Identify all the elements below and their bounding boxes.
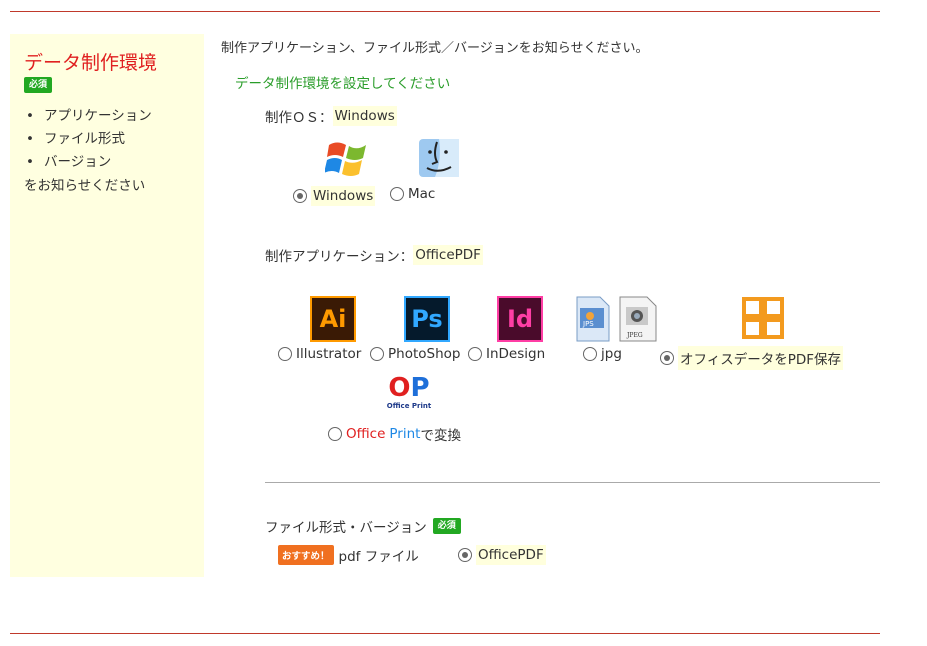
office-print-logo-p: P — [410, 373, 430, 403]
format-required-badge: 必須 — [432, 518, 461, 534]
jpeg-file-icon: JPEG — [619, 296, 657, 342]
illustrator-label: Illustrator — [296, 346, 362, 362]
illustrator-icon: Ai — [310, 296, 356, 342]
photoshop-label: PhotoShop — [388, 346, 461, 362]
office-print-label-suffix: で変換 — [420, 428, 461, 444]
sidebar-item-application: アプリケーション — [26, 106, 152, 129]
officepdf-label: OfficePDF — [476, 545, 546, 565]
sidebar-title: データ制作環境 — [24, 52, 158, 74]
required-badge: 必須 — [24, 77, 53, 93]
app-option-illustrator[interactable]: Illustrator — [278, 346, 361, 362]
illustrator-radio[interactable] — [278, 347, 292, 361]
sidebar-item-version: バージョン — [26, 152, 152, 175]
office-print-logo-o: O — [388, 373, 411, 403]
indesign-radio[interactable] — [468, 347, 482, 361]
windows-radio[interactable] — [293, 189, 307, 203]
officepdf-radio[interactable] — [458, 548, 472, 562]
format-text: pdf ファイル — [338, 549, 419, 565]
windows-logo-icon — [325, 142, 366, 176]
office-pdf-label: オフィスデータをPDF保存 — [678, 346, 844, 370]
intro-text: 制作アプリケーション、ファイル形式／バージョンをお知らせください。 — [221, 41, 649, 56]
jps-file-icon: JPS — [576, 296, 610, 342]
app-selected-value: OfficePDF — [413, 245, 483, 265]
mac-radio[interactable] — [390, 187, 404, 201]
app-label: 制作アプリケーション： — [265, 249, 414, 265]
indesign-label: InDesign — [486, 346, 546, 362]
office-print-logo-icon: O P Office Print — [384, 374, 434, 418]
os-label: 制作ＯＳ： — [265, 110, 333, 126]
office-print-logo-sub: Office Print — [386, 402, 432, 410]
format-label-row: ファイル形式・バージョン 必須 — [265, 516, 461, 536]
office-print-label-office: Office — [346, 426, 386, 442]
windows-label: Windows — [311, 186, 376, 206]
section-divider — [265, 482, 880, 483]
mac-label: Mac — [408, 186, 436, 202]
sidebar-item-file-format: ファイル形式 — [26, 129, 152, 152]
format-label: ファイル形式・バージョン — [265, 520, 427, 536]
os-label-row: 制作ＯＳ： Windows — [265, 106, 397, 126]
app-option-photoshop[interactable]: PhotoShop — [370, 346, 460, 362]
sidebar: データ制作環境 必須 アプリケーション ファイル形式 バージョン をお知らせくだ… — [10, 34, 204, 577]
mac-finder-icon — [419, 139, 459, 177]
indesign-icon: Id — [497, 296, 543, 342]
office-print-radio[interactable] — [328, 427, 342, 441]
photoshop-radio[interactable] — [370, 347, 384, 361]
jpg-label: jpg — [601, 346, 622, 362]
format-option-row: おすすめ！ pdf ファイル — [278, 545, 419, 565]
sidebar-list: アプリケーション ファイル形式 バージョン — [26, 106, 152, 175]
os-option-mac[interactable]: Mac — [390, 186, 435, 202]
app-label-row: 制作アプリケーション： OfficePDF — [265, 245, 483, 265]
photoshop-icon: Ps — [404, 296, 450, 342]
jpg-radio[interactable] — [583, 347, 597, 361]
recommend-badge: おすすめ！ — [278, 545, 334, 565]
bottom-divider — [10, 633, 880, 634]
section-title: データ制作環境を設定してください — [235, 76, 451, 92]
office-logo-icon — [742, 297, 784, 339]
app-option-jpg[interactable]: jpg — [583, 346, 622, 362]
app-option-indesign[interactable]: InDesign — [468, 346, 545, 362]
jpeg-icon-text: JPEG — [626, 332, 643, 339]
top-divider — [10, 11, 880, 12]
os-selected-value: Windows — [332, 106, 397, 126]
app-option-office-print[interactable]: Office Print で変換 — [328, 424, 461, 444]
office-pdf-radio[interactable] — [660, 351, 674, 365]
jps-icon-text: JPS — [582, 320, 594, 328]
app-option-office-pdf[interactable]: オフィスデータをPDF保存 — [660, 346, 844, 370]
sidebar-note: をお知らせください — [24, 178, 146, 194]
os-option-windows[interactable]: Windows — [293, 186, 376, 206]
office-print-label-print: Print — [389, 426, 421, 442]
format-option-officepdf[interactable]: OfficePDF — [458, 545, 546, 565]
